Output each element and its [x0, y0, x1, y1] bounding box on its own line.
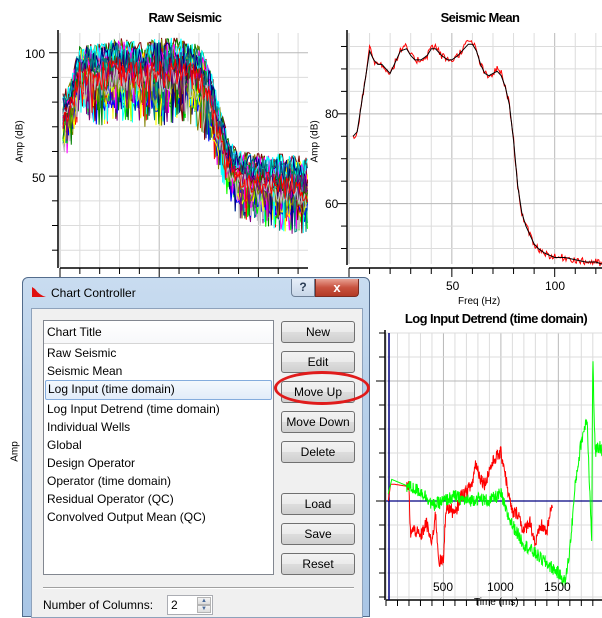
move-down-button[interactable]: Move Down: [281, 411, 355, 433]
chart-list[interactable]: Chart Title Raw Seismic Seismic Mean Log…: [43, 320, 274, 575]
columns-spinbox[interactable]: 2 ▲ ▼: [167, 595, 213, 615]
reset-button[interactable]: Reset: [281, 553, 355, 575]
detrend-xtick-1000: 1000: [487, 580, 514, 594]
detrend-xtick-1500: 1500: [544, 580, 571, 594]
list-item[interactable]: Log Input Detrend (time domain): [44, 400, 273, 418]
seismic-mean-ylabel: Amp (dB): [309, 120, 321, 163]
list-item[interactable]: Design Operator: [44, 454, 273, 472]
list-item[interactable]: Residual Operator (QC): [44, 490, 273, 508]
chart-controller-dialog: Chart Controller ? x Chart Title Raw Sei…: [22, 277, 370, 618]
dialog-title: Chart Controller: [51, 286, 136, 300]
raw-seismic-ytick-100: 100: [25, 47, 46, 61]
list-header-chart-title[interactable]: Chart Title: [44, 321, 273, 344]
seismic-mean-ytick-80: 80: [325, 107, 339, 121]
spin-up-icon[interactable]: ▲: [197, 597, 211, 605]
list-item[interactable]: Operator (time domain): [44, 472, 273, 490]
columns-label: Number of Columns:: [43, 598, 154, 612]
delete-button[interactable]: Delete: [281, 441, 355, 463]
raw-seismic-title: Raw Seismic: [148, 10, 222, 25]
list-item[interactable]: Individual Wells: [44, 418, 273, 436]
list-item-selected[interactable]: Log Input (time domain): [45, 380, 272, 400]
hidden-chart-ylabel: Amp: [9, 441, 21, 462]
separator: [43, 587, 354, 589]
close-button[interactable]: x: [315, 279, 359, 297]
raw-seismic-ytick-50: 50: [32, 171, 46, 185]
new-button[interactable]: New: [281, 321, 355, 343]
list-item[interactable]: Convolved Output Mean (QC): [44, 508, 273, 526]
dialog-title-bar[interactable]: Chart Controller ? x: [23, 278, 369, 306]
log-input-detrend-title: Log Input Detrend (time domain): [404, 311, 588, 326]
seismic-mean-xlabel: Freq (Hz): [458, 296, 501, 307]
seismic-mean-xtick-100: 100: [545, 279, 566, 293]
help-button[interactable]: ?: [291, 279, 315, 297]
dialog-client-area: Chart Title Raw Seismic Seismic Mean Log…: [31, 308, 363, 618]
move-up-button[interactable]: Move Up: [281, 381, 355, 403]
columns-value[interactable]: 2: [171, 598, 178, 612]
help-icon: ?: [299, 280, 307, 294]
detrend-xtick-500: 500: [433, 580, 454, 594]
list-item[interactable]: Seismic Mean: [44, 362, 273, 380]
close-icon: x: [333, 280, 341, 295]
save-button[interactable]: Save: [281, 523, 355, 545]
detrend-xlabel: Time (ms): [474, 597, 519, 608]
list-item[interactable]: Global: [44, 436, 273, 454]
seismic-mean-title: Seismic Mean: [440, 10, 520, 25]
edit-button[interactable]: Edit: [281, 351, 355, 373]
list-item[interactable]: Raw Seismic: [44, 344, 273, 362]
spin-down-icon[interactable]: ▼: [197, 605, 211, 613]
seismic-mean-xtick-50: 50: [446, 279, 460, 293]
chart-app-icon: [32, 287, 46, 297]
seismic-mean-ytick-60: 60: [325, 197, 339, 211]
load-button[interactable]: Load: [281, 493, 355, 515]
raw-seismic-ylabel: Amp (dB): [14, 120, 26, 163]
